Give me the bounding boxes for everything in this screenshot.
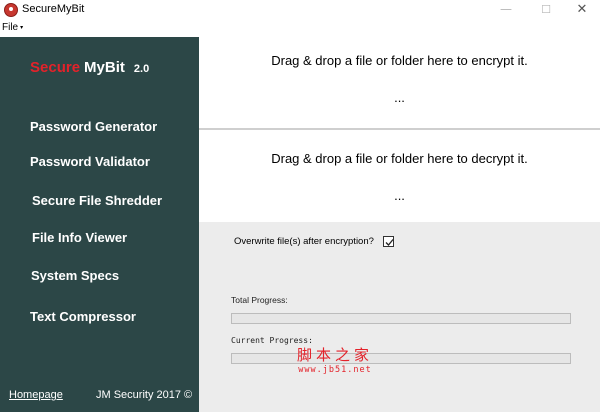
brand-logo: Secure MyBit 2.0 [30, 59, 149, 76]
menu-file[interactable]: File ▾ [2, 22, 23, 33]
brand-secure: Secure [30, 59, 81, 76]
menu-bar: File ▾ [0, 21, 600, 37]
encrypt-drop-text: Drag & drop a file or folder here to enc… [271, 53, 528, 68]
title-bar: SecureMyBit — ☐ ✕ [0, 0, 600, 21]
total-progress-bar [231, 313, 571, 324]
overwrite-label: Overwrite file(s) after encryption? [234, 236, 374, 247]
close-button[interactable]: ✕ [562, 0, 600, 21]
chevron-down-icon: ▾ [20, 24, 24, 31]
total-progress-label: Total Progress: [231, 295, 288, 305]
copyright-text: JM Security 2017 © [96, 389, 193, 401]
nav-secure-file-shredder[interactable]: Secure File Shredder [32, 193, 162, 208]
overwrite-checkbox[interactable] [383, 236, 394, 247]
watermark: 脚本之家 www.jb51.net [270, 344, 400, 375]
decrypt-status: ... [394, 188, 405, 203]
maximize-button[interactable]: ☐ [526, 0, 566, 21]
nav-password-validator[interactable]: Password Validator [30, 154, 150, 169]
decrypt-drop-text: Drag & drop a file or folder here to dec… [271, 151, 528, 166]
watermark-url: www.jb51.net [298, 365, 372, 375]
encrypt-drop-zone[interactable]: Drag & drop a file or folder here to enc… [199, 37, 600, 128]
sidebar: Secure MyBit 2.0 Password Generator Passwo… [0, 37, 199, 412]
app-logo-icon [4, 3, 18, 17]
encrypt-status: ... [394, 90, 405, 105]
nav-system-specs[interactable]: System Specs [31, 268, 119, 283]
window-title: SecureMyBit [22, 3, 85, 15]
minimize-button[interactable]: — [486, 0, 526, 21]
check-icon [385, 239, 394, 246]
nav-text-compressor[interactable]: Text Compressor [30, 309, 136, 324]
watermark-chinese: 脚本之家 [296, 346, 373, 364]
decrypt-drop-zone[interactable]: Drag & drop a file or folder here to dec… [199, 130, 600, 222]
nav-file-info-viewer[interactable]: File Info Viewer [32, 230, 127, 245]
options-panel: Overwrite file(s) after encryption? Tota… [199, 222, 600, 412]
menu-file-label: File [2, 22, 19, 33]
homepage-link[interactable]: Homepage [9, 389, 63, 401]
brand-mybit: MyBit [84, 59, 125, 76]
brand-version: 2.0 [133, 63, 150, 75]
nav-password-generator[interactable]: Password Generator [30, 119, 157, 134]
